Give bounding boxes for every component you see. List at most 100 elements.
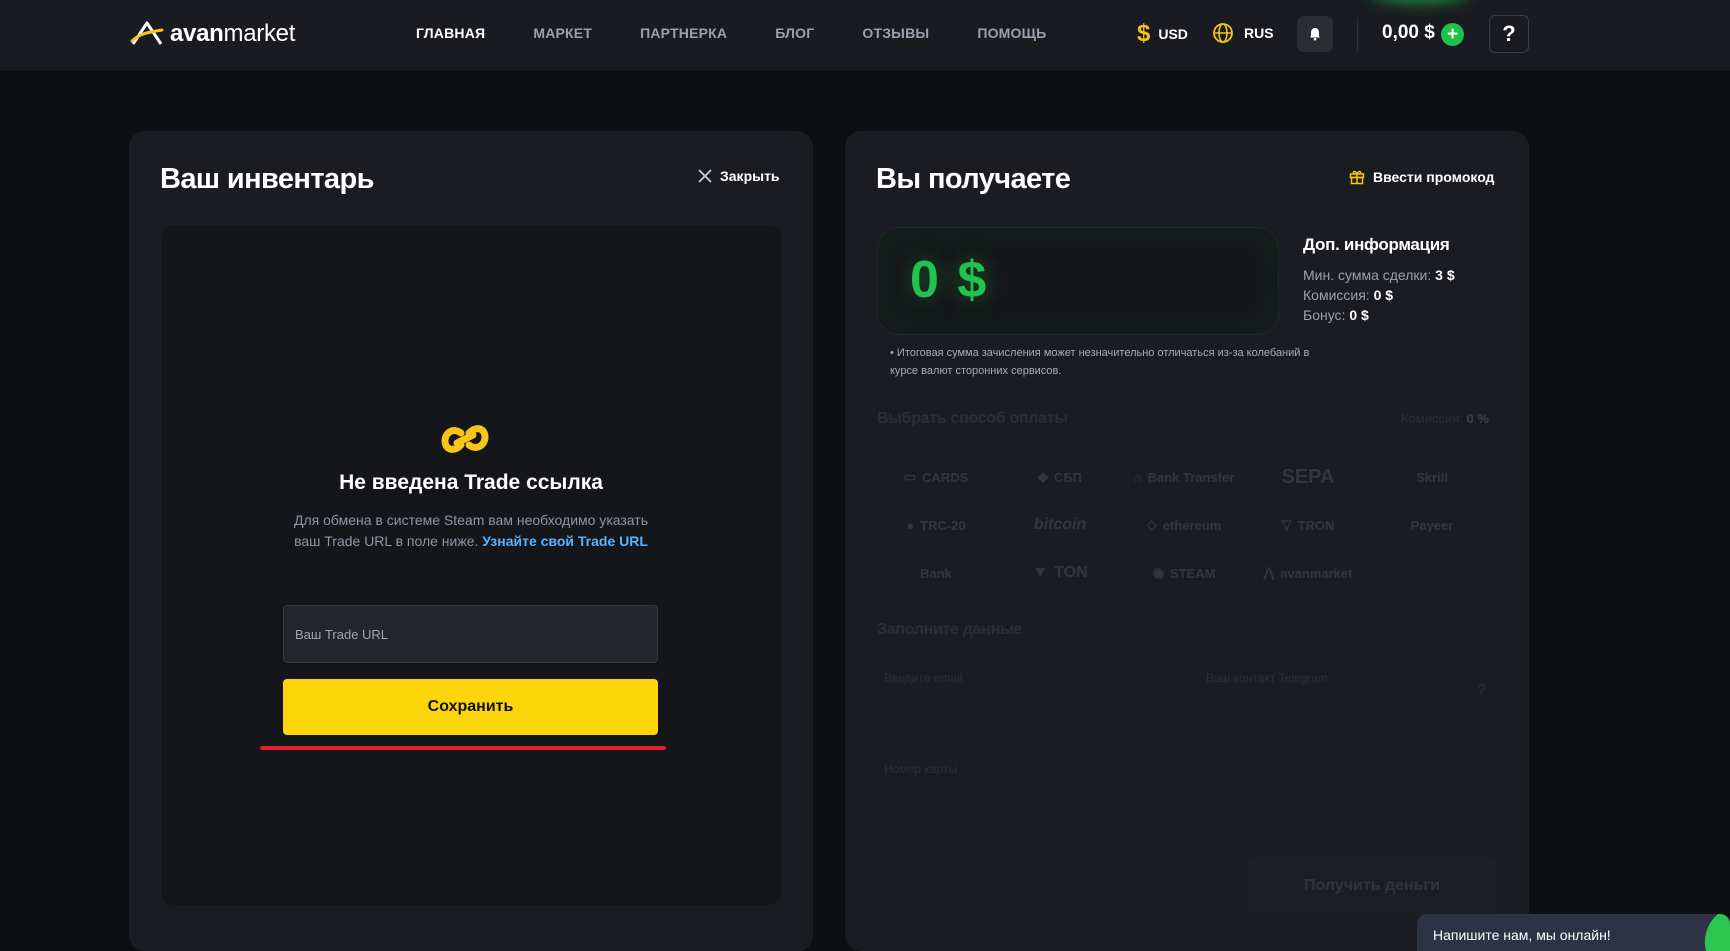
payment-commission: Комиссия: 0 % <box>1401 411 1489 426</box>
currency-selector[interactable]: $ USD <box>1137 22 1188 46</box>
nav-home[interactable]: ГЛАВНАЯ <box>416 25 485 41</box>
gift-icon <box>1349 170 1365 185</box>
language-label: RUS <box>1244 25 1274 41</box>
logo-text-suffix: market <box>223 20 296 47</box>
payment-method-label: SEPA <box>1281 465 1335 488</box>
promo-code-label: Ввести промокод <box>1373 169 1495 185</box>
min-deal-row: Мин. сумма сделки: 3 $ <box>1303 267 1455 283</box>
card-icon: ▭ <box>903 469 917 484</box>
avanmarket-logo-icon <box>130 21 164 45</box>
payment-method-label: TRC-20 <box>920 517 966 533</box>
telegram-help-icon[interactable]: ? <box>1477 682 1486 700</box>
nav-reviews[interactable]: ОТЗЫВЫ <box>862 25 929 41</box>
tron-icon: ▽ <box>1281 517 1292 532</box>
chat-accent <box>1693 914 1730 951</box>
email-field[interactable]: Введите email <box>877 663 1175 719</box>
commission-value: 0 $ <box>1373 287 1394 303</box>
notifications-button[interactable] <box>1297 16 1333 52</box>
payment-method-sepa[interactable]: SEPA <box>1252 456 1364 498</box>
main-nav: ГЛАВНАЯ МАРКЕТ ПАРТНЕРКА БЛОГ ОТЗЫВЫ ПОМ… <box>416 25 1094 41</box>
save-button[interactable]: Сохранить <box>283 679 658 735</box>
top-header: avanmarket ГЛАВНАЯ МАРКЕТ ПАРТНЕРКА БЛОГ… <box>0 0 1730 71</box>
bonus-row: Бонус: 0 $ <box>1303 307 1369 323</box>
payment-method-avanmarket[interactable]: ⋀ avanmarket <box>1252 552 1364 594</box>
payment-method-steam[interactable]: ◉ STEAM <box>1128 552 1240 594</box>
avanmarket-icon: ⋀ <box>1263 565 1275 580</box>
receive-amount: 0 $ <box>910 251 989 309</box>
help-button[interactable]: ? <box>1489 15 1529 53</box>
close-label: Закрыть <box>720 168 780 184</box>
payment-method-trc20[interactable]: ● TRC-20 <box>880 504 992 546</box>
empty-heading: Не введена Trade ссылка <box>339 471 603 494</box>
nav-blog[interactable]: БЛОГ <box>775 25 814 41</box>
nav-affiliate[interactable]: ПАРТНЕРКА <box>640 25 727 41</box>
payment-method-label: CARDS <box>922 469 969 485</box>
nav-market[interactable]: МАРКЕТ <box>533 25 592 41</box>
trade-url-input[interactable]: Ваш Trade URL <box>283 605 658 663</box>
payment-method-tron[interactable]: ▽ TRON <box>1252 504 1364 546</box>
telegram-placeholder: Ваш контакт Telegram <box>1206 671 1328 685</box>
get-money-button[interactable]: Получить деньги <box>1247 858 1497 914</box>
balance-amount[interactable]: 0,00 $ <box>1382 22 1435 44</box>
email-placeholder: Введите email <box>884 671 963 685</box>
payment-method-bitcoin[interactable]: bitcoin <box>1004 504 1116 546</box>
payment-method-label: TON <box>1054 564 1088 581</box>
payment-method-skrill[interactable]: Skrill <box>1376 456 1488 498</box>
currency-label: USD <box>1158 26 1188 42</box>
sbp-icon: ◆ <box>1037 469 1048 484</box>
bank-icon: ⌂ <box>1133 469 1142 485</box>
min-deal-value: 3 $ <box>1435 267 1455 283</box>
receive-title: Вы получаете <box>876 163 1071 195</box>
close-button[interactable]: Закрыть <box>698 168 780 184</box>
payment-method-label: ethereum <box>1162 517 1222 533</box>
amount-display: 0 $ <box>877 227 1279 335</box>
balance-glow <box>1370 0 1470 2</box>
payment-commission-value: 0 % <box>1466 411 1489 426</box>
payment-method-label: Bank Transfer <box>1147 469 1235 485</box>
payment-method-label: avanmarket <box>1280 565 1353 581</box>
ton-icon: ▼ <box>1032 564 1049 581</box>
highlight-underline <box>260 746 666 750</box>
nav-help[interactable]: ПОМОЩЬ <box>977 25 1046 41</box>
payment-method-label: TRON <box>1297 517 1335 533</box>
payment-method-label: STEAM <box>1169 565 1216 581</box>
payment-method-sbp[interactable]: ◆ СБП <box>1004 456 1116 498</box>
bonus-label: Бонус: <box>1303 307 1346 323</box>
globe-icon <box>1213 23 1233 43</box>
chat-widget[interactable]: Напишите нам, мы онлайн! <box>1417 914 1730 951</box>
min-deal-label: Мин. сумма сделки: <box>1303 267 1432 283</box>
payment-method-label: СБП <box>1053 469 1083 485</box>
promo-code-button[interactable]: Ввести промокод <box>1349 169 1494 185</box>
card-number-field[interactable]: Номер карты <box>877 754 1497 810</box>
link-icon <box>441 425 489 453</box>
card-number-placeholder: Номер карты <box>884 762 957 776</box>
payment-commission-label: Комиссия: <box>1401 411 1463 426</box>
payment-title: Выбрать способ оплаты <box>877 410 1068 427</box>
add-funds-button[interactable]: + <box>1441 23 1464 46</box>
payment-method-bank[interactable]: Bank <box>880 552 992 594</box>
header-divider <box>1357 18 1358 52</box>
trade-url-placeholder: Ваш Trade URL <box>295 626 389 642</box>
telegram-field[interactable]: Ваш контакт Telegram ? <box>1199 663 1497 719</box>
commission-label: Комиссия: <box>1303 287 1370 303</box>
payment-method-label: Payeer <box>1410 517 1454 533</box>
payment-method-ethereum[interactable]: ◇ ethereum <box>1128 504 1240 546</box>
extra-info-title: Доп. информация <box>1303 235 1450 254</box>
inventory-title: Ваш инвентарь <box>160 163 374 195</box>
payment-method-label: bitcoin <box>1033 516 1087 533</box>
inventory-panel: Ваш инвентарь Закрыть Не введена Trade с… <box>129 131 813 951</box>
payment-method-cards[interactable]: ▭ CARDS <box>880 456 992 498</box>
logo[interactable]: avanmarket <box>130 20 295 48</box>
steam-icon: ◉ <box>1152 565 1164 580</box>
payment-method-label: Bank <box>920 565 952 581</box>
payment-method-payeer[interactable]: Payeer <box>1376 504 1488 546</box>
payment-method-label: Skrill <box>1416 469 1448 485</box>
trade-url-help-link[interactable]: Узнайте свой Trade URL <box>482 533 648 549</box>
inventory-box: Не введена Trade ссылка Для обмена в сис… <box>161 225 781 905</box>
payment-method-ton[interactable]: ▼ TON <box>1004 552 1116 594</box>
empty-description: Для обмена в системе Steam вам необходим… <box>281 510 661 552</box>
language-selector[interactable]: RUS <box>1212 22 1274 44</box>
payment-method-bank-transfer[interactable]: ⌂ Bank Transfer <box>1128 456 1240 498</box>
ethereum-icon: ◇ <box>1146 517 1157 532</box>
fill-data-title: Заполните данные <box>877 621 1022 638</box>
